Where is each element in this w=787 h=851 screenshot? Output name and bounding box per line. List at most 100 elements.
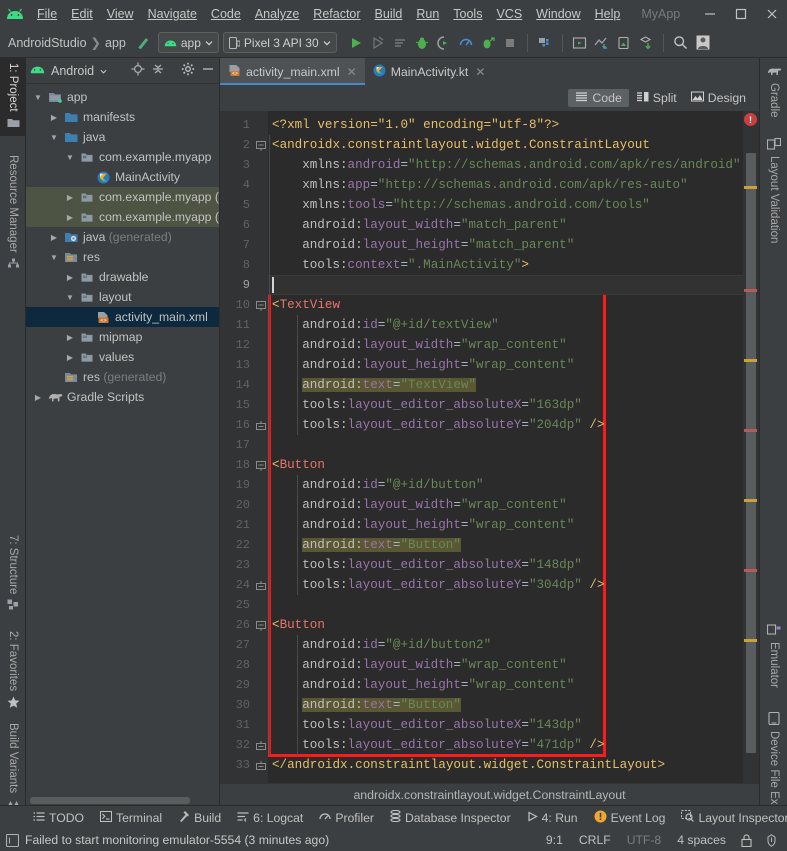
window-minimize-button[interactable] xyxy=(694,0,725,28)
chevron-down-icon[interactable]: ▼ xyxy=(48,253,60,262)
run-configuration-selector[interactable]: app xyxy=(157,32,219,53)
sidebar-item-layout-validation[interactable]: Layout Validation xyxy=(760,132,787,249)
code-line[interactable]: android:layout_width="wrap_content" xyxy=(302,655,567,675)
minimize-panel-icon[interactable] xyxy=(201,62,215,79)
tree-row[interactable]: ▶ drawable xyxy=(26,267,219,287)
notification-icon[interactable] xyxy=(6,833,19,847)
sidebar-item-emulator[interactable]: Emulator xyxy=(760,618,787,694)
tool-window-layout-inspector[interactable]: Layout Inspector xyxy=(674,808,787,827)
menu-item-edit[interactable]: Edit xyxy=(64,4,100,24)
sidebar-item-build-variants[interactable]: Build Variants xyxy=(0,718,26,817)
project-tree[interactable]: ▼ app ▶ manifests ▼ java ▼ com.example.myapp Mai… xyxy=(26,84,219,805)
tree-row[interactable]: <> activity_main.xml xyxy=(26,307,219,327)
fold-end-icon[interactable] xyxy=(256,760,266,774)
sync-gradle-icon[interactable] xyxy=(591,32,613,54)
menu-item-view[interactable]: View xyxy=(100,4,141,24)
breadcrumb-module[interactable]: app xyxy=(105,36,126,50)
tree-row[interactable]: ▶ Gradle Scripts xyxy=(26,387,219,407)
code-line[interactable]: tools:layout_editor_absoluteY="304dp" /> xyxy=(302,575,604,595)
profiler-icon[interactable] xyxy=(455,32,477,54)
code-line[interactable]: android:layout_height="wrap_content" xyxy=(302,515,574,535)
code-line[interactable]: <Button xyxy=(272,455,325,475)
apply-code-changes-icon[interactable] xyxy=(477,32,499,54)
code-line[interactable]: tools:layout_editor_absoluteY="204dp" /> xyxy=(302,415,604,435)
tree-row[interactable]: res (generated) xyxy=(26,367,219,387)
device-selector[interactable]: Pixel 3 API 30 xyxy=(222,32,337,53)
locate-icon[interactable] xyxy=(131,62,145,79)
window-close-button[interactable] xyxy=(756,0,787,28)
inspection-icon[interactable] xyxy=(762,833,781,847)
tab-design-view[interactable]: Design xyxy=(684,89,753,107)
code-line[interactable]: <Button xyxy=(272,615,325,635)
tool-window-todo[interactable]: TODO xyxy=(26,809,91,827)
error-stripe-mark[interactable] xyxy=(744,499,757,502)
code-line[interactable]: android:id="@+id/button2" xyxy=(302,635,491,655)
breadcrumb-element[interactable]: androidx.constraintlayout.widget.Constra… xyxy=(353,788,625,802)
code-line[interactable]: </androidx.constraintlayout.widget.Const… xyxy=(272,755,665,775)
menu-item-analyze[interactable]: Analyze xyxy=(248,4,306,24)
fold-collapse-icon[interactable] xyxy=(256,140,266,154)
code-line[interactable]: <TextView xyxy=(272,295,340,315)
tab-code-view[interactable]: Code xyxy=(568,89,629,107)
error-stripe-mark[interactable] xyxy=(744,186,757,189)
error-badge[interactable]: ! xyxy=(744,113,757,126)
menu-item-refactor[interactable]: Refactor xyxy=(306,4,367,24)
tree-row[interactable]: ▶ manifests xyxy=(26,107,219,127)
tool-window-profiler[interactable]: Profiler xyxy=(312,809,381,827)
code-line[interactable]: android:layout_width="wrap_content" xyxy=(302,495,567,515)
menu-item-run[interactable]: Run xyxy=(409,4,446,24)
apply-changes-icon[interactable] xyxy=(389,32,411,54)
close-icon[interactable]: ✕ xyxy=(475,65,485,79)
tree-row[interactable]: ▶ mipmap xyxy=(26,327,219,347)
fold-collapse-icon[interactable] xyxy=(256,460,266,474)
menu-item-navigate[interactable]: Navigate xyxy=(141,4,204,24)
code-line[interactable]: <androidx.constraintlayout.widget.Constr… xyxy=(272,135,650,155)
error-stripe-mark[interactable] xyxy=(744,359,757,362)
menu-item-tools[interactable]: Tools xyxy=(446,4,489,24)
fold-end-icon[interactable] xyxy=(256,420,266,434)
tree-row[interactable]: ▶ values xyxy=(26,347,219,367)
make-project-icon[interactable] xyxy=(132,32,154,54)
tool-window-build[interactable]: Build xyxy=(171,808,228,827)
code-line[interactable]: tools:layout_editor_absoluteX="148dp" xyxy=(302,555,582,575)
error-stripe-mark[interactable] xyxy=(744,639,757,642)
settings-gear-icon[interactable] xyxy=(181,62,195,79)
tool-window-terminal[interactable]: Terminal xyxy=(93,809,169,827)
editor-error-stripe[interactable]: ! xyxy=(743,111,759,783)
window-maximize-button[interactable] xyxy=(725,0,756,28)
fold-collapse-icon[interactable] xyxy=(256,300,266,314)
sdk-manager-icon[interactable] xyxy=(534,32,556,54)
caret-position[interactable]: 9:1 xyxy=(541,833,568,847)
fold-end-icon[interactable] xyxy=(256,580,266,594)
chevron-right-icon[interactable]: ▶ xyxy=(64,193,76,202)
tree-row[interactable]: MainActivity xyxy=(26,167,219,187)
chevron-right-icon[interactable]: ▶ xyxy=(64,213,76,222)
search-icon[interactable] xyxy=(670,32,692,54)
tool-window-run[interactable]: 4: Run xyxy=(520,809,585,827)
chevron-down-icon[interactable]: ▼ xyxy=(48,133,60,142)
chevron-down-icon[interactable]: ▼ xyxy=(64,153,76,162)
menu-item-build[interactable]: Build xyxy=(368,4,410,24)
run-icon[interactable] xyxy=(345,32,367,54)
run-with-coverage-icon[interactable] xyxy=(433,32,455,54)
stop-icon[interactable] xyxy=(499,32,521,54)
tree-row[interactable]: ▼ com.example.myapp xyxy=(26,147,219,167)
project-tree-horizontal-scrollbar[interactable] xyxy=(30,797,190,804)
code-line[interactable]: android:layout_height="match_parent" xyxy=(302,235,574,255)
editor-fold-column[interactable] xyxy=(254,111,268,783)
tree-row[interactable]: ▶ com.example.myapp (a xyxy=(26,187,219,207)
tree-row[interactable]: ▼ layout xyxy=(26,287,219,307)
code-line[interactable]: tools:layout_editor_absoluteX="143dp" xyxy=(302,715,582,735)
sidebar-item-structure[interactable]: 7: Structure xyxy=(0,530,26,618)
device-manager-icon[interactable] xyxy=(613,32,635,54)
code-line[interactable]: android:id="@+id/button" xyxy=(302,475,483,495)
chevron-right-icon[interactable]: ▶ xyxy=(64,333,76,342)
sidebar-item-resource-manager[interactable]: Resource Manager xyxy=(0,150,26,277)
status-message[interactable]: Failed to start monitoring emulator-5554… xyxy=(25,833,329,847)
indent-setting[interactable]: 4 spaces xyxy=(672,833,731,847)
code-line[interactable]: android:layout_width="wrap_content" xyxy=(302,335,567,355)
chevron-right-icon[interactable]: ▶ xyxy=(48,113,60,122)
tool-window-logcat[interactable]: 6: Logcat xyxy=(230,809,310,827)
code-line[interactable]: android:layout_height="wrap_content" xyxy=(302,675,574,695)
menu-item-code[interactable]: Code xyxy=(204,4,248,24)
